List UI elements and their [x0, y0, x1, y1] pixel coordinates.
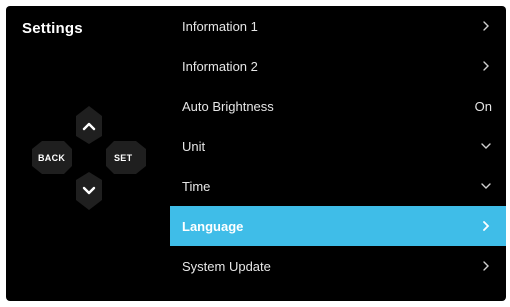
menu-item-time[interactable]: Time: [170, 166, 506, 206]
chevron-right-icon: [480, 220, 492, 232]
menu-item-language[interactable]: Language: [170, 206, 506, 246]
menu-item-label: Information 1: [182, 18, 258, 34]
settings-screen: Settings BACK SET Information 1 Informat…: [6, 6, 506, 301]
chevron-down-icon: [480, 140, 492, 152]
settings-menu: Information 1 Information 2 Auto Brightn…: [170, 6, 506, 286]
menu-item-label: Auto Brightness: [182, 98, 274, 114]
chevron-right-icon: [480, 20, 492, 32]
menu-item-information-1[interactable]: Information 1: [170, 6, 506, 46]
menu-item-label: Unit: [182, 138, 206, 154]
set-label: SET: [114, 153, 133, 163]
menu-item-system-update[interactable]: System Update: [170, 246, 506, 286]
menu-item-unit[interactable]: Unit: [170, 126, 506, 166]
chevron-right-icon: [480, 60, 492, 72]
menu-item-label: Time: [182, 178, 211, 194]
chevron-right-icon: [480, 260, 492, 272]
auto-brightness-value: On: [474, 98, 492, 114]
back-label: BACK: [38, 153, 66, 163]
menu-item-label: Language: [182, 218, 244, 234]
menu-item-label: Information 2: [182, 58, 258, 74]
menu-item-information-2[interactable]: Information 2: [170, 46, 506, 86]
page-title: Settings: [22, 20, 83, 37]
chevron-down-icon: [480, 180, 492, 192]
down-button[interactable]: [76, 172, 102, 210]
menu-item-auto-brightness[interactable]: Auto Brightness On: [170, 86, 506, 126]
dpad-control: BACK SET: [28, 104, 150, 214]
menu-item-label: System Update: [182, 258, 271, 274]
